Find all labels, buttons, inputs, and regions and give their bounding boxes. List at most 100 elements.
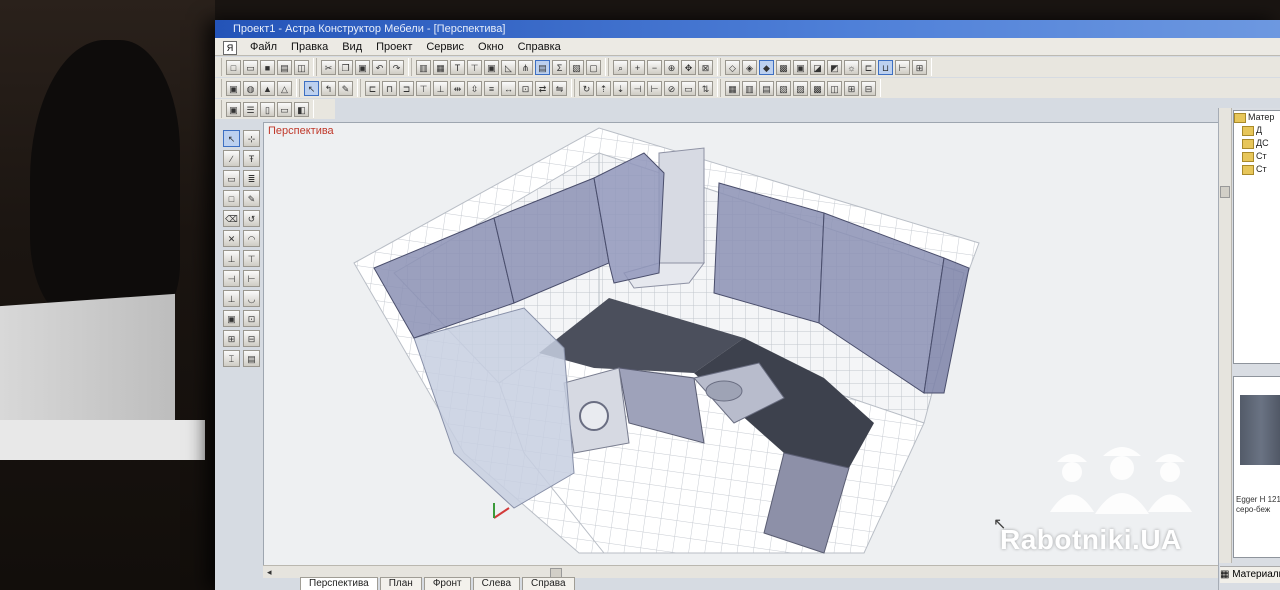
panel-alt-icon[interactable]: ▦: [433, 59, 448, 75]
copy-icon[interactable]: ❐: [338, 59, 353, 75]
view-right-icon[interactable]: ▧: [776, 80, 791, 96]
raise-icon[interactable]: ⇡: [596, 80, 611, 96]
cabinet-icon[interactable]: ▣: [226, 101, 241, 117]
measure-tool-icon[interactable]: ⌶: [223, 350, 240, 367]
square-tool-icon[interactable]: □: [223, 190, 240, 207]
center-icon[interactable]: ⊡: [518, 80, 533, 96]
print-preview-icon[interactable]: ◫: [294, 59, 309, 75]
align-top-icon[interactable]: ⊤: [416, 80, 431, 96]
drawer-icon[interactable]: ▭: [277, 101, 292, 117]
view-bottom-icon[interactable]: ▩: [810, 80, 825, 96]
scroll-left-arrow[interactable]: ◂: [267, 567, 272, 578]
ungroup-tool-icon[interactable]: ⊟: [243, 330, 260, 347]
cube-alt-icon[interactable]: ◪: [810, 59, 825, 75]
handle-icon[interactable]: T: [450, 59, 465, 75]
align-center-icon[interactable]: ⊓: [382, 80, 397, 96]
view-iso-icon[interactable]: ◫: [827, 80, 842, 96]
align-left-icon[interactable]: ⊏: [365, 80, 380, 96]
menu-help[interactable]: Справка: [511, 38, 568, 55]
hidden-lines-icon[interactable]: ◈: [742, 59, 757, 75]
tab-plan[interactable]: План: [379, 577, 422, 590]
facade-icon[interactable]: ◧: [294, 101, 309, 117]
shape-icon[interactable]: ◺: [501, 59, 516, 75]
tab-left[interactable]: Слева: [472, 577, 521, 590]
box-primitive-icon[interactable]: ▣: [226, 80, 241, 96]
rect-tool-icon[interactable]: ▭: [223, 170, 240, 187]
material-preview[interactable]: Egger H 1210 B серо-беж: [1233, 376, 1280, 558]
rotate-icon[interactable]: ↻: [579, 80, 594, 96]
pyramid-icon[interactable]: △: [277, 80, 292, 96]
eraser-tool-icon[interactable]: ⌫: [223, 210, 240, 227]
vertical-scroll-thumb[interactable]: [1220, 186, 1230, 198]
door-icon[interactable]: ▯: [260, 101, 275, 117]
app-icon[interactable]: Я: [223, 41, 237, 55]
move-icon[interactable]: ⇄: [535, 80, 550, 96]
view-layout-icon[interactable]: ⊟: [861, 80, 876, 96]
menu-view[interactable]: Вид: [335, 38, 369, 55]
fitting-icon[interactable]: ⊤: [467, 59, 482, 75]
window-icon[interactable]: ▢: [586, 59, 601, 75]
node-select-icon[interactable]: ⊹: [243, 130, 260, 147]
light-icon[interactable]: ☼: [844, 59, 859, 75]
edge-icon[interactable]: ▭: [681, 80, 696, 96]
snap-tool-2-icon[interactable]: ⊤: [243, 250, 260, 267]
align-tool-icon[interactable]: ≣: [243, 170, 260, 187]
arc-tool-icon[interactable]: ◠: [243, 230, 260, 247]
wireframe-icon[interactable]: ◇: [725, 59, 740, 75]
grid-icon[interactable]: ⊞: [912, 59, 927, 75]
vertical-scrollbar[interactable]: [1219, 108, 1232, 563]
lower-icon[interactable]: ⇣: [613, 80, 628, 96]
distribute-v-icon[interactable]: ⇳: [467, 80, 482, 96]
menu-edit[interactable]: Правка: [284, 38, 335, 55]
tree-node[interactable]: Ст: [1234, 163, 1280, 176]
rotate-tool-icon[interactable]: ↺: [243, 210, 260, 227]
cut-panel-icon[interactable]: ⊘: [664, 80, 679, 96]
view-left-icon[interactable]: ▤: [759, 80, 774, 96]
view-back-icon[interactable]: ▨: [793, 80, 808, 96]
tree-node-root[interactable]: Матер: [1234, 111, 1280, 124]
edit-node-icon[interactable]: ↰: [321, 80, 336, 96]
open-folder-icon[interactable]: ▭: [243, 59, 258, 75]
cut-icon[interactable]: ✂: [321, 59, 336, 75]
save-icon[interactable]: ■: [260, 59, 275, 75]
zoom-window-icon[interactable]: ⊕: [664, 59, 679, 75]
align-bottom-icon[interactable]: ⊥: [433, 80, 448, 96]
axis-icon[interactable]: ⊢: [895, 59, 910, 75]
cube-icon[interactable]: ▣: [793, 59, 808, 75]
snap-tool-1-icon[interactable]: ⊥: [223, 250, 240, 267]
shaded-icon[interactable]: ◆: [759, 59, 774, 75]
redo-icon[interactable]: ↷: [389, 59, 404, 75]
paste-icon[interactable]: ▣: [355, 59, 370, 75]
text-tool-icon[interactable]: Ŧ: [243, 150, 260, 167]
snap-tool-4-icon[interactable]: ⊢: [243, 270, 260, 287]
cylinder-icon[interactable]: ◍: [243, 80, 258, 96]
dimension-icon[interactable]: ⊏: [861, 59, 876, 75]
cube-dark-icon[interactable]: ◩: [827, 59, 842, 75]
undo-icon[interactable]: ↶: [372, 59, 387, 75]
tab-front[interactable]: Фронт: [423, 577, 471, 590]
pointer-icon[interactable]: ↖: [223, 130, 240, 147]
print-icon[interactable]: ▤: [277, 59, 292, 75]
group-tool-icon[interactable]: ⊞: [223, 330, 240, 347]
menu-project[interactable]: Проект: [369, 38, 419, 55]
stretch-icon[interactable]: ↔: [501, 80, 516, 96]
snap-tool-5-icon[interactable]: ⊥: [223, 290, 240, 307]
new-file-icon[interactable]: □: [226, 59, 241, 75]
view-cross-icon[interactable]: ⊠: [698, 59, 713, 75]
pencil-tool-icon[interactable]: ✎: [243, 190, 260, 207]
menu-file[interactable]: Файл: [243, 38, 284, 55]
flip-icon[interactable]: ⇅: [698, 80, 713, 96]
frame-tool-icon[interactable]: ▣: [223, 310, 240, 327]
tree-node[interactable]: Д: [1234, 124, 1280, 137]
cone-icon[interactable]: ▲: [260, 80, 275, 96]
zoom-out-icon[interactable]: −: [647, 59, 662, 75]
menu-window[interactable]: Окно: [471, 38, 511, 55]
select-icon[interactable]: ↖: [304, 80, 319, 96]
pan-icon[interactable]: ✥: [681, 59, 696, 75]
view-front-icon[interactable]: ▥: [742, 80, 757, 96]
textured-icon[interactable]: ▩: [776, 59, 791, 75]
shelf-icon[interactable]: ☰: [243, 101, 258, 117]
tab-perspective[interactable]: Перспектива: [300, 577, 378, 590]
arc-snap-icon[interactable]: ◡: [243, 290, 260, 307]
layer-tool-icon[interactable]: ▤: [243, 350, 260, 367]
